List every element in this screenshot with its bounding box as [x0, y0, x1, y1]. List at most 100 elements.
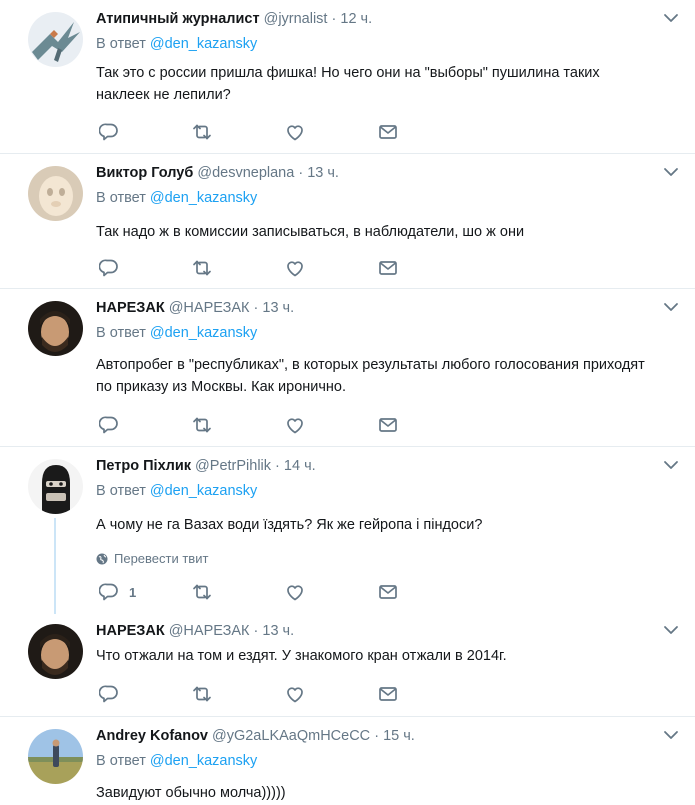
- author-name[interactable]: Атипичный журналист: [96, 11, 260, 27]
- globe-icon: [96, 553, 108, 564]
- message-button[interactable]: [378, 258, 398, 278]
- like-button[interactable]: [285, 258, 305, 278]
- avatar[interactable]: [28, 301, 83, 356]
- like-icon: [287, 687, 303, 703]
- tweet-text: Так надо ж в комиссии записываться, в на…: [96, 224, 525, 240]
- reply-prefix: В ответ: [96, 190, 146, 206]
- reply-button[interactable]: [99, 122, 119, 142]
- timestamp[interactable]: 12 ч.: [340, 11, 372, 27]
- tweet-header: НАРЕЗАК @НАРЕЗАК · 13 ч.: [96, 299, 294, 317]
- retweet-icon: [193, 584, 211, 600]
- timestamp[interactable]: 13 ч.: [262, 623, 294, 639]
- reply-mention-link[interactable]: @den_kazansky: [150, 483, 257, 499]
- chevron-down-icon[interactable]: [663, 301, 679, 313]
- reply-mention-link[interactable]: @den_kazansky: [150, 325, 257, 341]
- retweet-button[interactable]: [192, 415, 212, 435]
- message-button[interactable]: [378, 684, 398, 704]
- tweet[interactable]: Петро Піхлик @PetrPihlik · 14 ч. В ответ …: [0, 447, 695, 612]
- reply-context: В ответ @den_kazansky: [96, 36, 257, 52]
- like-button[interactable]: [285, 415, 305, 435]
- tweet-actions: 1: [96, 582, 416, 602]
- tweet-text: Автопробег в "республиках", в которых ре…: [96, 357, 645, 395]
- reply-mention-link[interactable]: @den_kazansky: [150, 753, 257, 769]
- like-button[interactable]: [285, 122, 305, 142]
- avatar[interactable]: [28, 729, 83, 784]
- chevron-down-icon[interactable]: [663, 729, 679, 741]
- reply-context: В ответ @den_kazansky: [96, 753, 257, 769]
- timestamp[interactable]: 13 ч.: [262, 300, 294, 316]
- reply-button[interactable]: [99, 684, 119, 704]
- tweet-header: Атипичный журналист @jyrnalist · 12 ч.: [96, 10, 372, 28]
- reply-mention-link[interactable]: @den_kazansky: [150, 36, 257, 52]
- message-button[interactable]: [378, 582, 398, 602]
- tweet-actions: [96, 684, 416, 704]
- tweet-text: Завидуют обычно молча))))): [96, 785, 286, 801]
- reply-prefix: В ответ: [96, 36, 146, 52]
- reply-context: В ответ @den_kazansky: [96, 190, 257, 206]
- author-handle[interactable]: @НАРЕЗАК: [169, 623, 250, 639]
- tweet[interactable]: НАРЕЗАК @НАРЕЗАК · 13 ч. Что отжали на то…: [0, 612, 695, 717]
- reply-icon: [99, 583, 118, 601]
- tweet[interactable]: Andrey Kofanov @yG2aLKAaQmHCeCC · 15 ч. В…: [0, 717, 695, 805]
- author-handle[interactable]: @НАРЕЗАК: [169, 300, 250, 316]
- tweet-header: НАРЕЗАК @НАРЕЗАК · 13 ч.: [96, 622, 294, 640]
- retweet-button[interactable]: [192, 582, 212, 602]
- like-icon: [287, 418, 303, 434]
- chevron-down-icon[interactable]: [663, 459, 679, 471]
- reply-mention-link[interactable]: @den_kazansky: [150, 190, 257, 206]
- like-icon: [287, 585, 303, 601]
- tweet[interactable]: НАРЕЗАК @НАРЕЗАК · 13 ч. В ответ @den_kaz…: [0, 289, 695, 447]
- like-icon: [287, 261, 303, 277]
- message-icon: [379, 125, 397, 139]
- reply-button[interactable]: [99, 258, 119, 278]
- message-icon: [379, 687, 397, 701]
- timestamp[interactable]: 14 ч.: [284, 458, 316, 474]
- reply-count: 1: [129, 584, 137, 600]
- avatar[interactable]: [28, 12, 83, 67]
- reply-icon: [99, 685, 118, 703]
- retweet-icon: [193, 260, 211, 276]
- avatar[interactable]: [28, 624, 83, 679]
- author-handle[interactable]: @jyrnalist: [264, 11, 328, 27]
- like-button[interactable]: [285, 582, 305, 602]
- avatar[interactable]: [28, 459, 83, 514]
- reply-prefix: В ответ: [96, 325, 146, 341]
- author-handle[interactable]: @PetrPihlik: [195, 458, 271, 474]
- chevron-down-icon[interactable]: [663, 166, 679, 178]
- retweet-button[interactable]: [192, 684, 212, 704]
- separator-dot: ·: [253, 300, 259, 316]
- like-button[interactable]: [285, 684, 305, 704]
- author-name[interactable]: Петро Піхлик: [96, 458, 191, 474]
- author-handle[interactable]: @yG2aLKAaQmHCeCC: [212, 728, 370, 744]
- message-button[interactable]: [378, 122, 398, 142]
- author-name[interactable]: Виктор Голуб: [96, 165, 193, 181]
- tweet-header: Andrey Kofanov @yG2aLKAaQmHCeCC · 15 ч.: [96, 727, 415, 745]
- retweet-button[interactable]: [192, 258, 212, 278]
- tweet[interactable]: Виктор Голуб @desvneplana · 13 ч. В ответ…: [0, 154, 695, 289]
- reply-icon: [99, 259, 118, 277]
- author-name[interactable]: НАРЕЗАК: [96, 300, 165, 316]
- author-name[interactable]: НАРЕЗАК: [96, 623, 165, 639]
- translate-tweet-link[interactable]: Перевести твит: [96, 551, 208, 566]
- tweet-text: Что отжали на том и ездят. У знакомого к…: [96, 648, 507, 664]
- timestamp[interactable]: 15 ч.: [383, 728, 415, 744]
- tweet-text: Так это с россии пришла фишка! Но чего о…: [96, 65, 600, 103]
- message-icon: [379, 418, 397, 432]
- author-handle[interactable]: @desvneplana: [197, 165, 294, 181]
- retweet-icon: [193, 417, 211, 433]
- tweet-actions: [96, 258, 416, 278]
- author-name[interactable]: Andrey Kofanov: [96, 728, 208, 744]
- message-button[interactable]: [378, 415, 398, 435]
- timestamp[interactable]: 13 ч.: [307, 165, 339, 181]
- chevron-down-icon[interactable]: [663, 12, 679, 24]
- reply-button[interactable]: [99, 415, 119, 435]
- tweet-text: А чому не га Вазах води їздять? Як же ге…: [96, 517, 483, 533]
- chevron-down-icon[interactable]: [663, 624, 679, 636]
- translate-label: Перевести твит: [114, 551, 209, 566]
- avatar[interactable]: [28, 166, 83, 221]
- tweet[interactable]: Атипичный журналист @jyrnalist · 12 ч. В …: [0, 0, 695, 154]
- retweet-button[interactable]: [192, 122, 212, 142]
- reply-button[interactable]: 1: [99, 582, 136, 602]
- tweet-actions: [96, 122, 416, 142]
- reply-context: В ответ @den_kazansky: [96, 483, 257, 499]
